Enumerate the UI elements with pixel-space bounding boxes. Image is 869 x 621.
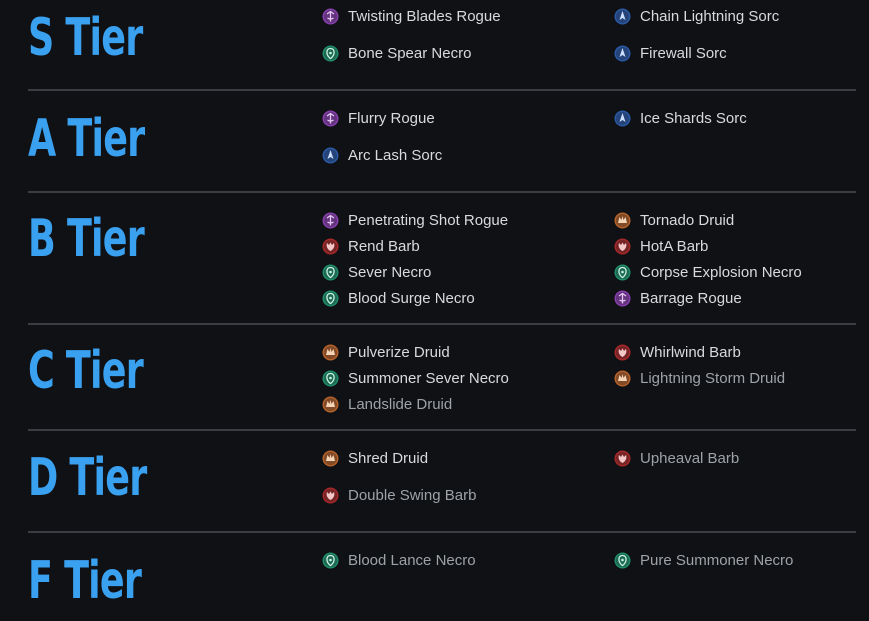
build-entry[interactable]: Penetrating Shot Rogue <box>322 212 508 229</box>
tier-section-d: D Tier Shred Druid Upheaval Barb Double … <box>28 431 856 533</box>
tier-section-s: S Tier Twisting Blades Rogue Chain Light… <box>28 0 856 91</box>
build-entry[interactable]: Pulverize Druid <box>322 344 450 361</box>
sorcerer-class-icon <box>322 147 339 164</box>
necromancer-class-icon <box>322 370 339 387</box>
build-entry[interactable]: Lightning Storm Druid <box>614 370 785 387</box>
barbarian-class-icon <box>322 238 339 255</box>
build-name: Tornado Druid <box>640 212 735 229</box>
tier-title: F Tier <box>28 551 142 611</box>
necromancer-class-icon <box>322 264 339 281</box>
build-entry[interactable]: Arc Lash Sorc <box>322 147 442 164</box>
build-entry[interactable]: Shred Druid <box>322 450 428 467</box>
necromancer-class-icon <box>322 552 339 569</box>
druid-class-icon <box>322 450 339 467</box>
build-entry[interactable]: Upheaval Barb <box>614 450 739 467</box>
rogue-class-icon <box>322 8 339 25</box>
build-name: Blood Surge Necro <box>348 290 475 307</box>
build-name: Pure Summoner Necro <box>640 552 794 569</box>
build-name: HotA Barb <box>640 238 709 255</box>
build-name: Blood Lance Necro <box>348 552 476 569</box>
rogue-class-icon <box>614 290 631 307</box>
build-name: Rend Barb <box>348 238 420 255</box>
barbarian-class-icon <box>322 487 339 504</box>
sorcerer-class-icon <box>614 45 631 62</box>
build-entry[interactable]: Twisting Blades Rogue <box>322 8 501 25</box>
build-name: Twisting Blades Rogue <box>348 8 501 25</box>
build-entry[interactable]: Blood Lance Necro <box>322 552 476 569</box>
druid-class-icon <box>614 370 631 387</box>
tier-title: D Tier <box>28 448 147 508</box>
tier-title: C Tier <box>28 341 144 401</box>
build-entry[interactable]: Pure Summoner Necro <box>614 552 793 569</box>
necromancer-class-icon <box>614 552 631 569</box>
build-name: Upheaval Barb <box>640 450 740 467</box>
build-entry[interactable]: Double Swing Barb <box>322 487 476 504</box>
build-entry[interactable]: Sever Necro <box>322 264 431 281</box>
build-name: Landslide Druid <box>348 396 453 413</box>
build-entry[interactable]: Landslide Druid <box>322 396 452 413</box>
build-name: Whirlwind Barb <box>640 344 741 361</box>
build-entry[interactable]: HotA Barb <box>614 238 708 255</box>
build-entry[interactable]: Whirlwind Barb <box>614 344 741 361</box>
tier-section-a: A Tier Flurry Rogue Ice Shards Sorc Arc … <box>28 91 856 193</box>
build-entry[interactable]: Summoner Sever Necro <box>322 370 509 387</box>
build-entry[interactable]: Barrage Rogue <box>614 290 742 307</box>
necromancer-class-icon <box>614 264 631 281</box>
tier-section-f: F Tier Blood Lance Necro Pure Summoner N… <box>28 533 856 621</box>
build-entry[interactable]: Chain Lightning Sorc <box>614 8 779 25</box>
druid-class-icon <box>322 396 339 413</box>
build-name: Lightning Storm Druid <box>640 370 786 387</box>
rogue-class-icon <box>322 212 339 229</box>
rogue-class-icon <box>322 110 339 127</box>
druid-class-icon <box>322 344 339 361</box>
build-name: Chain Lightning Sorc <box>640 8 780 25</box>
build-name: Barrage Rogue <box>640 290 742 307</box>
build-entry[interactable]: Blood Surge Necro <box>322 290 475 307</box>
necromancer-class-icon <box>322 45 339 62</box>
tier-section-c: C Tier Pulverize Druid Whirlwind Barb Su… <box>28 325 856 431</box>
build-name: Penetrating Shot Rogue <box>348 212 509 229</box>
barbarian-class-icon <box>614 344 631 361</box>
build-name: Sever Necro <box>348 264 432 281</box>
tier-title: B Tier <box>28 209 145 269</box>
build-entry[interactable]: Tornado Druid <box>614 212 734 229</box>
druid-class-icon <box>614 212 631 229</box>
necromancer-class-icon <box>322 290 339 307</box>
build-entry[interactable]: Bone Spear Necro <box>322 45 471 62</box>
barbarian-class-icon <box>614 238 631 255</box>
build-name: Flurry Rogue <box>348 110 435 127</box>
sorcerer-class-icon <box>614 8 631 25</box>
build-name: Bone Spear Necro <box>348 45 472 62</box>
build-name: Firewall Sorc <box>640 45 727 62</box>
build-name: Corpse Explosion Necro <box>640 264 802 281</box>
sorcerer-class-icon <box>614 110 631 127</box>
tier-title: A Tier <box>28 109 145 169</box>
build-entry[interactable]: Firewall Sorc <box>614 45 727 62</box>
barbarian-class-icon <box>614 450 631 467</box>
tier-section-b: B Tier Penetrating Shot Rogue Tornado Dr… <box>28 193 856 325</box>
build-name: Ice Shards Sorc <box>640 110 747 127</box>
build-name: Double Swing Barb <box>348 487 477 504</box>
build-name: Summoner Sever Necro <box>348 370 509 387</box>
build-entry[interactable]: Ice Shards Sorc <box>614 110 747 127</box>
build-entry[interactable]: Rend Barb <box>322 238 420 255</box>
build-name: Pulverize Druid <box>348 344 450 361</box>
build-name: Arc Lash Sorc <box>348 147 443 164</box>
build-name: Shred Druid <box>348 450 429 467</box>
build-entry[interactable]: Flurry Rogue <box>322 110 435 127</box>
tier-title: S Tier <box>28 8 143 68</box>
build-entry[interactable]: Corpse Explosion Necro <box>614 264 802 281</box>
